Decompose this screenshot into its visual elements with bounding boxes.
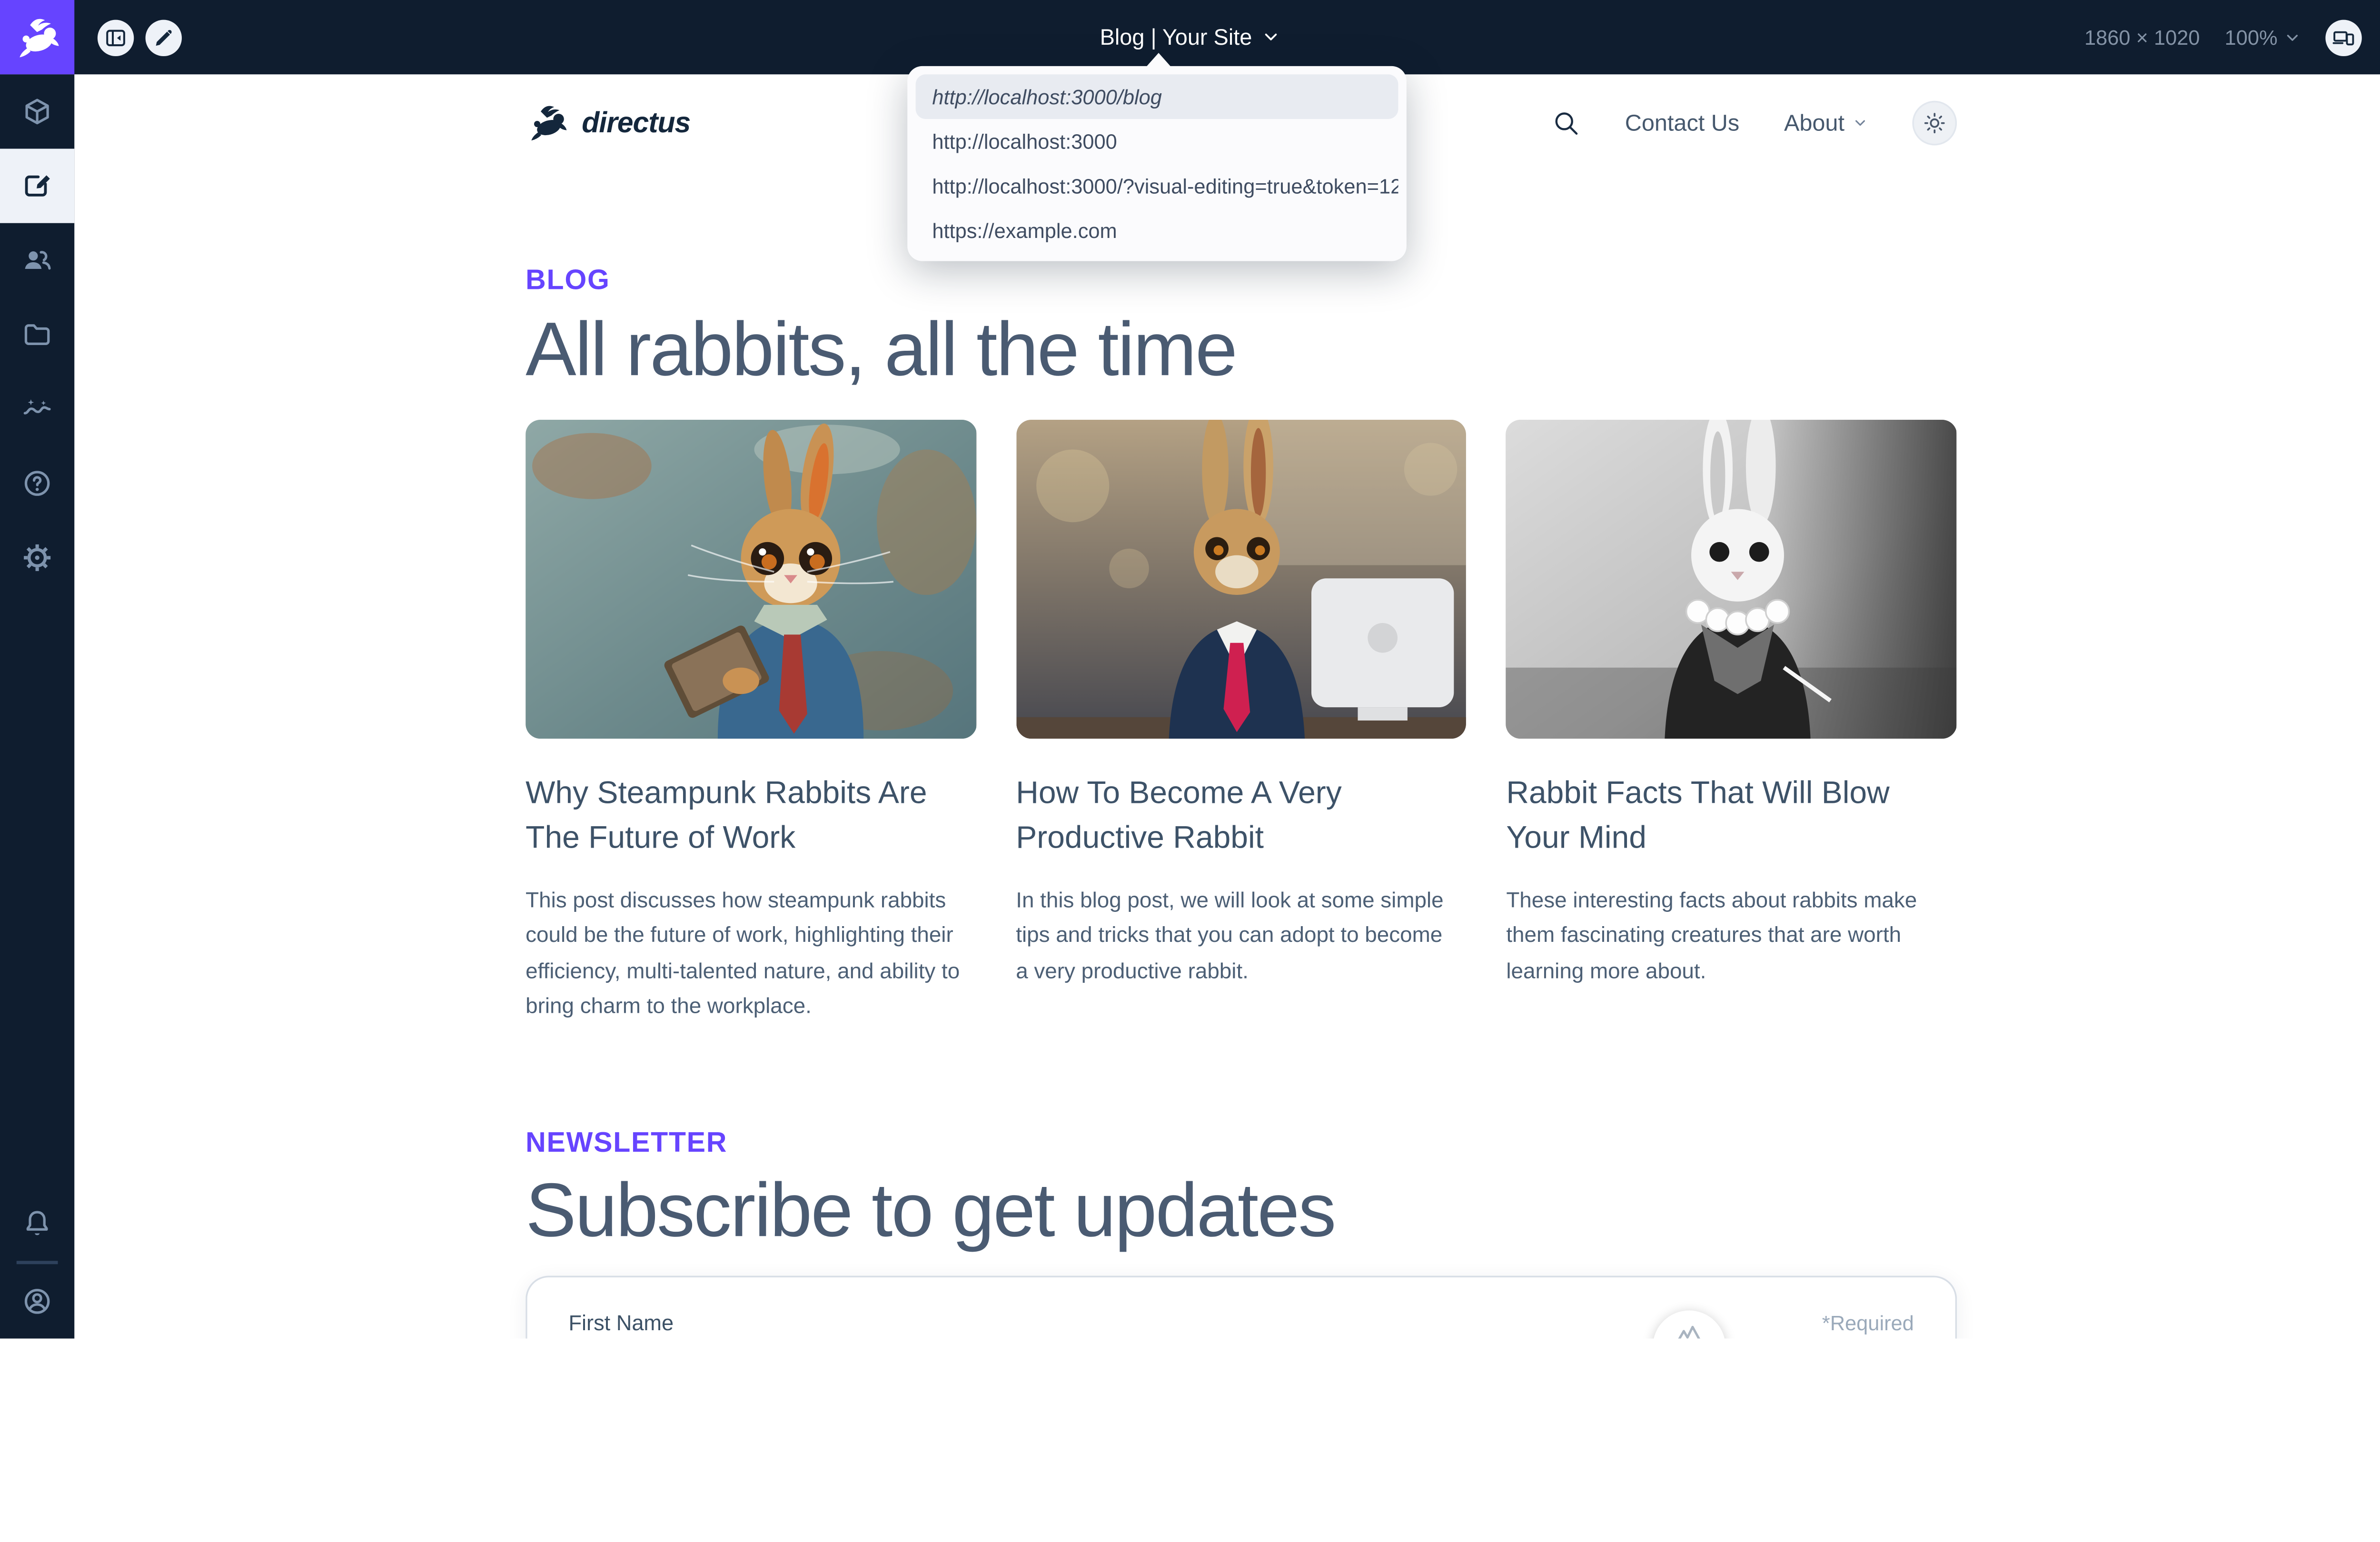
sidebar-item-content[interactable] — [0, 74, 74, 148]
url-menu: http://localhost:3000/blog http://localh… — [907, 66, 1407, 261]
directus-rabbit-icon — [12, 12, 62, 62]
folder-icon — [21, 319, 53, 350]
module-sidebar — [0, 74, 74, 1338]
edit-square-icon — [21, 170, 53, 202]
nav-link-contact[interactable]: Contact Us — [1625, 109, 1739, 136]
newsletter-title: Subscribe to get updates — [526, 1165, 1957, 1255]
chevron-down-icon — [1853, 115, 1867, 129]
office-rabbit-illustration — [1016, 420, 1467, 739]
post-title: Why Steampunk Rabbits Are The Future of … — [526, 773, 976, 862]
preview-title: Blog | Your Site — [1100, 25, 1252, 49]
post-image-steampunk-rabbit — [526, 420, 976, 739]
newsletter-form: First Name *Required — [526, 1276, 1957, 1339]
box-icon — [21, 96, 53, 127]
blog-page-title: All rabbits, all the time — [526, 304, 1957, 394]
account-icon — [21, 1285, 53, 1317]
newsletter-eyebrow: NEWSLETTER — [526, 1127, 1957, 1160]
insights-icon — [21, 393, 53, 425]
steampunk-rabbit-illustration — [526, 420, 976, 739]
blog-post-list: Why Steampunk Rabbits Are The Future of … — [526, 420, 1957, 1024]
post-title: How To Become A Very Productive Rabbit — [1016, 773, 1467, 862]
url-menu-item[interactable]: https://example.com — [916, 208, 1398, 253]
pencil-icon — [152, 26, 175, 49]
blog-post-card[interactable]: Why Steampunk Rabbits Are The Future of … — [526, 420, 976, 1024]
zoom-level: 100% — [2225, 26, 2278, 49]
sidebar-item-settings[interactable] — [0, 521, 74, 595]
help-icon — [21, 468, 53, 499]
required-note: *Required — [1822, 1312, 1914, 1335]
gear-icon — [21, 542, 53, 573]
site-preview: directus Contact Us About BLOG All rabbi… — [74, 74, 2380, 1338]
nav-link-about[interactable]: About — [1784, 109, 1868, 136]
post-image-office-rabbit — [1016, 420, 1467, 739]
chevron-down-icon — [1262, 28, 1280, 46]
sidebar-item-help[interactable] — [0, 446, 74, 521]
mountain-logo-icon — [1673, 1319, 1706, 1339]
url-menu-item[interactable]: http://localhost:3000/?visual-editing=tr… — [916, 164, 1398, 208]
blog-post-card[interactable]: How To Become A Very Productive Rabbit I… — [1016, 420, 1467, 1024]
blog-eyebrow: BLOG — [526, 265, 1957, 297]
collapse-sidebar-button[interactable] — [98, 19, 134, 55]
devices-icon — [2332, 26, 2355, 49]
site-logo-wordmark: directus — [582, 105, 690, 139]
first-name-field-label[interactable]: First Name — [568, 1310, 674, 1335]
site-nav: Contact Us About — [1552, 100, 1957, 145]
sidebar-item-insights[interactable] — [0, 372, 74, 446]
post-excerpt: In this blog post, we will look at some … — [1016, 882, 1467, 988]
url-menu-caret — [1145, 53, 1172, 68]
sidebar-item-users[interactable] — [0, 223, 74, 297]
chevron-down-icon — [2284, 29, 2301, 46]
post-image-victorian-rabbit — [1506, 420, 1957, 739]
sidebar-item-visual-editor[interactable] — [0, 149, 74, 223]
sidebar-item-files[interactable] — [0, 297, 74, 372]
bell-icon — [21, 1208, 53, 1239]
blog-post-card[interactable]: Rabbit Facts That Will Blow Your Mind Th… — [1506, 420, 1957, 1024]
url-menu-item[interactable]: http://localhost:3000/blog — [916, 74, 1398, 119]
sidebar-divider — [17, 1261, 58, 1264]
zoom-control[interactable]: 100% — [2225, 26, 2301, 49]
post-excerpt: These interesting facts about rabbits ma… — [1506, 882, 1957, 988]
directus-app-logo[interactable] — [0, 0, 74, 74]
users-icon — [21, 245, 53, 276]
collapse-sidebar-icon — [104, 26, 128, 49]
admin-topbar: Blog | Your Site 1860 × 1020 100% — [0, 0, 2380, 74]
app-window: Blog | Your Site 1860 × 1020 100% — [0, 0, 2380, 1339]
search-button[interactable] — [1552, 108, 1580, 136]
edit-mode-button[interactable] — [146, 19, 182, 55]
search-icon — [1552, 108, 1580, 136]
site-logo[interactable]: directus — [526, 100, 690, 145]
post-excerpt: This post discusses how steampunk rabbit… — [526, 882, 976, 1024]
viewport-dimensions: 1860 × 1020 — [2084, 26, 2200, 49]
victorian-rabbit-illustration — [1506, 420, 1957, 739]
theme-toggle-button[interactable] — [1912, 100, 1957, 145]
preview-url-selector[interactable]: Blog | Your Site — [1100, 0, 1280, 74]
sidebar-item-account[interactable] — [0, 1264, 74, 1338]
url-menu-item[interactable]: http://localhost:3000 — [916, 119, 1398, 164]
directus-rabbit-icon — [526, 100, 570, 145]
framework-logo-badge[interactable] — [1653, 1310, 1726, 1338]
post-title: Rabbit Facts That Will Blow Your Mind — [1506, 773, 1957, 862]
responsive-preview-button[interactable] — [2325, 19, 2361, 55]
sidebar-item-notifications[interactable] — [0, 1186, 74, 1261]
sun-icon — [1922, 110, 1947, 135]
